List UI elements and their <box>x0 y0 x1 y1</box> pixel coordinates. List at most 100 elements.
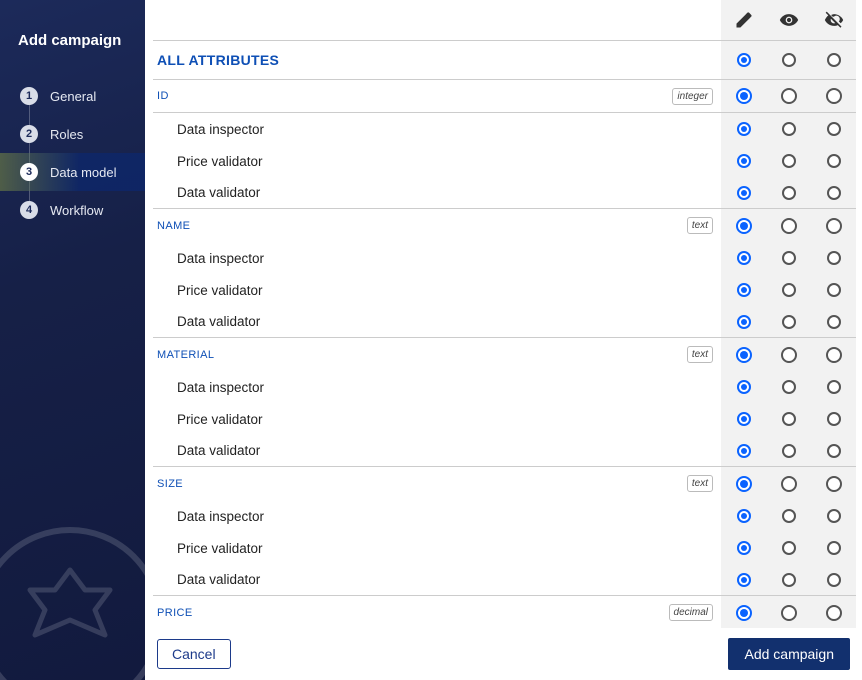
radio-group <box>721 403 856 435</box>
radio-col <box>811 306 856 337</box>
radio[interactable] <box>736 347 752 363</box>
attribute-name: PRICE <box>157 607 193 619</box>
radio[interactable] <box>737 315 751 329</box>
attributes-grid: ALL ATTRIBUTESIDintegerData inspectorPri… <box>145 0 862 628</box>
radio-col <box>811 242 856 274</box>
radio-col <box>811 467 856 500</box>
radio[interactable] <box>827 412 841 426</box>
step-badge: 3 <box>20 163 38 181</box>
radio[interactable] <box>737 53 751 67</box>
radio-col <box>811 41 856 79</box>
radio-col <box>721 145 766 177</box>
radio[interactable] <box>782 509 796 523</box>
radio[interactable] <box>737 412 751 426</box>
radio[interactable] <box>826 605 842 621</box>
radio-col <box>766 113 811 145</box>
type-tag: text <box>687 217 713 234</box>
radio[interactable] <box>781 347 797 363</box>
pencil-icon <box>721 0 766 40</box>
step-badge: 4 <box>20 201 38 219</box>
radio[interactable] <box>736 218 752 234</box>
radio[interactable] <box>782 412 796 426</box>
wizard-steps: 1General2Roles3Data model4Workflow <box>0 77 145 229</box>
attribute-row-id: IDinteger <box>153 80 856 113</box>
radio[interactable] <box>826 218 842 234</box>
radio[interactable] <box>827 251 841 265</box>
radio[interactable] <box>826 88 842 104</box>
radio[interactable] <box>737 251 751 265</box>
radio[interactable] <box>827 154 841 168</box>
radio-col <box>721 596 766 628</box>
radio[interactable] <box>827 509 841 523</box>
radio-col <box>811 80 856 112</box>
radio[interactable] <box>737 380 751 394</box>
step-label: Roles <box>50 127 83 142</box>
radio-col <box>766 435 811 466</box>
radio-col <box>811 338 856 371</box>
radio[interactable] <box>782 53 796 67</box>
radio[interactable] <box>736 476 752 492</box>
radio[interactable] <box>737 283 751 297</box>
role-label: Price validator <box>157 154 263 169</box>
radio[interactable] <box>781 605 797 621</box>
wizard-step-workflow[interactable]: 4Workflow <box>0 191 145 229</box>
radio-col <box>811 145 856 177</box>
radio[interactable] <box>782 251 796 265</box>
radio[interactable] <box>782 315 796 329</box>
role-row: Data validator <box>153 177 856 209</box>
radio[interactable] <box>827 283 841 297</box>
role-row: Data inspector <box>153 113 856 145</box>
radio[interactable] <box>827 53 841 67</box>
radio[interactable] <box>782 154 796 168</box>
radio[interactable] <box>827 186 841 200</box>
radio[interactable] <box>782 380 796 394</box>
radio[interactable] <box>827 380 841 394</box>
radio[interactable] <box>782 444 796 458</box>
radio[interactable] <box>781 218 797 234</box>
type-tag: text <box>687 475 713 492</box>
radio[interactable] <box>826 347 842 363</box>
radio-group <box>721 177 856 208</box>
radio[interactable] <box>781 476 797 492</box>
radio[interactable] <box>782 122 796 136</box>
radio[interactable] <box>737 444 751 458</box>
radio-group <box>721 242 856 274</box>
role-label: Data inspector <box>157 509 264 524</box>
radio[interactable] <box>737 541 751 555</box>
add-campaign-button[interactable]: Add campaign <box>728 638 850 670</box>
radio[interactable] <box>827 573 841 587</box>
wizard-step-data-model[interactable]: 3Data model <box>0 153 145 191</box>
radio[interactable] <box>781 88 797 104</box>
role-label: Data validator <box>157 572 260 587</box>
radio[interactable] <box>736 88 752 104</box>
wizard-step-general[interactable]: 1General <box>0 77 145 115</box>
radio[interactable] <box>782 186 796 200</box>
radio[interactable] <box>737 186 751 200</box>
radio[interactable] <box>737 573 751 587</box>
radio[interactable] <box>782 283 796 297</box>
radio[interactable] <box>827 444 841 458</box>
radio-col <box>721 274 766 306</box>
role-row: Price validator <box>153 145 856 177</box>
radio[interactable] <box>736 605 752 621</box>
radio-col <box>811 532 856 564</box>
radio[interactable] <box>737 154 751 168</box>
radio[interactable] <box>827 541 841 555</box>
cancel-button[interactable]: Cancel <box>157 639 231 669</box>
attribute-name: ID <box>157 90 169 102</box>
role-label: Price validator <box>157 412 263 427</box>
column-header-row <box>153 0 856 40</box>
radio[interactable] <box>827 315 841 329</box>
radio[interactable] <box>782 541 796 555</box>
radio[interactable] <box>782 573 796 587</box>
radio[interactable] <box>737 509 751 523</box>
radio-col <box>721 177 766 208</box>
footer: Cancel Add campaign <box>145 628 862 680</box>
radio[interactable] <box>827 122 841 136</box>
radio[interactable] <box>737 122 751 136</box>
role-label: Data inspector <box>157 251 264 266</box>
wizard-step-roles[interactable]: 2Roles <box>0 115 145 153</box>
type-tag: text <box>687 346 713 363</box>
role-row: Data inspector <box>153 242 856 274</box>
radio[interactable] <box>826 476 842 492</box>
